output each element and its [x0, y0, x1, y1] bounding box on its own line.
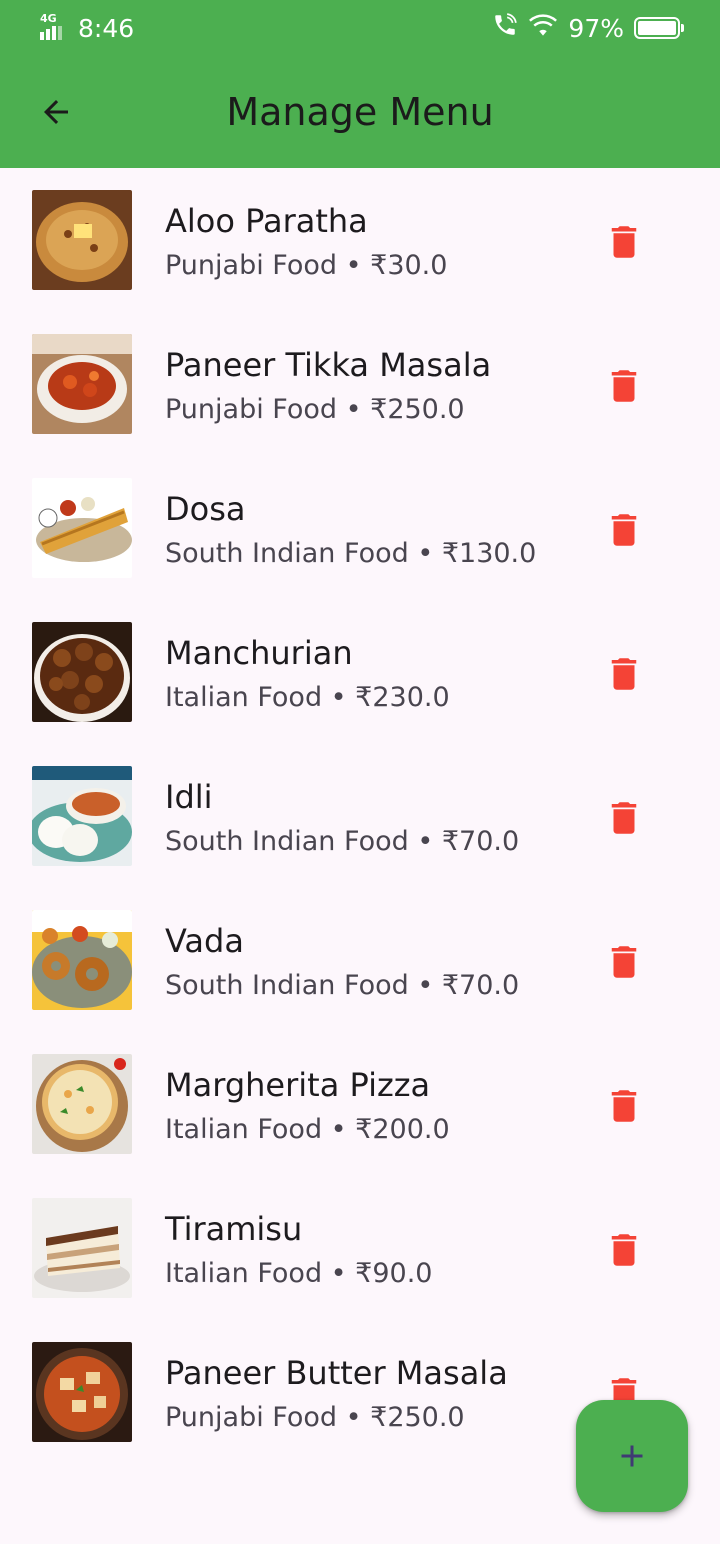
- delete-icon: [611, 370, 637, 402]
- food-image: [32, 910, 132, 1010]
- delete-icon: [611, 226, 637, 258]
- item-subtitle: South Indian Food • ₹70.0: [165, 826, 520, 857]
- item-subtitle: Punjabi Food • ₹250.0: [165, 394, 465, 425]
- delete-icon: [611, 658, 637, 690]
- delete-icon: [611, 1234, 637, 1266]
- food-image: [32, 1342, 132, 1442]
- delete-button[interactable]: [596, 214, 652, 270]
- delete-button[interactable]: [596, 1078, 652, 1134]
- food-image: [32, 1054, 132, 1154]
- delete-icon: [611, 946, 637, 978]
- item-subtitle: Italian Food • ₹90.0: [165, 1258, 433, 1289]
- call-wifi-icon: [492, 12, 518, 44]
- item-name: Paneer Butter Masala: [165, 1354, 508, 1392]
- signal-icon: 4G: [40, 12, 68, 42]
- item-subtitle: South Indian Food • ₹70.0: [165, 970, 520, 1001]
- item-subtitle: Punjabi Food • ₹250.0: [165, 1402, 465, 1433]
- list-item[interactable]: Manchurian Italian Food • ₹230.0: [0, 600, 720, 744]
- list-item[interactable]: Paneer Tikka Masala Punjabi Food • ₹250.…: [0, 312, 720, 456]
- list-item[interactable]: Vada South Indian Food • ₹70.0: [0, 888, 720, 1032]
- battery-icon: [634, 17, 684, 39]
- food-image: [32, 766, 132, 866]
- item-subtitle: Punjabi Food • ₹30.0: [165, 250, 448, 281]
- delete-button[interactable]: [596, 934, 652, 990]
- delete-icon: [611, 802, 637, 834]
- list-item[interactable]: Dosa South Indian Food • ₹130.0: [0, 456, 720, 600]
- list-item[interactable]: Tiramisu Italian Food • ₹90.0: [0, 1176, 720, 1320]
- list-item[interactable]: Idli South Indian Food • ₹70.0: [0, 744, 720, 888]
- add-item-button[interactable]: [576, 1400, 688, 1512]
- toolbar: Manage Menu: [0, 56, 720, 168]
- food-image: [32, 478, 132, 578]
- delete-button[interactable]: [596, 502, 652, 558]
- item-subtitle: Italian Food • ₹200.0: [165, 1114, 450, 1145]
- item-name: Manchurian: [165, 634, 353, 672]
- item-name: Vada: [165, 922, 244, 960]
- page-title: Manage Menu: [226, 90, 494, 134]
- food-image: [32, 622, 132, 722]
- item-subtitle: Italian Food • ₹230.0: [165, 682, 450, 713]
- food-image: [32, 334, 132, 434]
- wifi-icon: [528, 12, 558, 44]
- item-subtitle: South Indian Food • ₹130.0: [165, 538, 537, 569]
- list-item[interactable]: Aloo Paratha Punjabi Food • ₹30.0: [0, 168, 720, 312]
- delete-icon: [611, 1090, 637, 1122]
- item-name: Tiramisu: [165, 1210, 303, 1248]
- item-name: Idli: [165, 778, 213, 816]
- delete-button[interactable]: [596, 1222, 652, 1278]
- delete-button[interactable]: [596, 646, 652, 702]
- delete-button[interactable]: [596, 790, 652, 846]
- item-name: Aloo Paratha: [165, 202, 368, 240]
- delete-icon: [611, 514, 637, 546]
- food-image: [32, 1198, 132, 1298]
- app-bar: 4G 8:46 97% Manage Menu: [0, 0, 720, 168]
- add-icon: [621, 1445, 643, 1467]
- delete-button[interactable]: [596, 358, 652, 414]
- status-bar: 4G 8:46 97%: [0, 0, 720, 56]
- item-name: Dosa: [165, 490, 246, 528]
- list-item[interactable]: Margherita Pizza Italian Food • ₹200.0: [0, 1032, 720, 1176]
- item-name: Margherita Pizza: [165, 1066, 431, 1104]
- food-image: [32, 190, 132, 290]
- battery-percent: 97%: [568, 13, 624, 43]
- status-time: 8:46: [78, 13, 135, 43]
- item-name: Paneer Tikka Masala: [165, 346, 492, 384]
- menu-list: Aloo Paratha Punjabi Food • ₹30.0 Paneer…: [0, 168, 720, 1464]
